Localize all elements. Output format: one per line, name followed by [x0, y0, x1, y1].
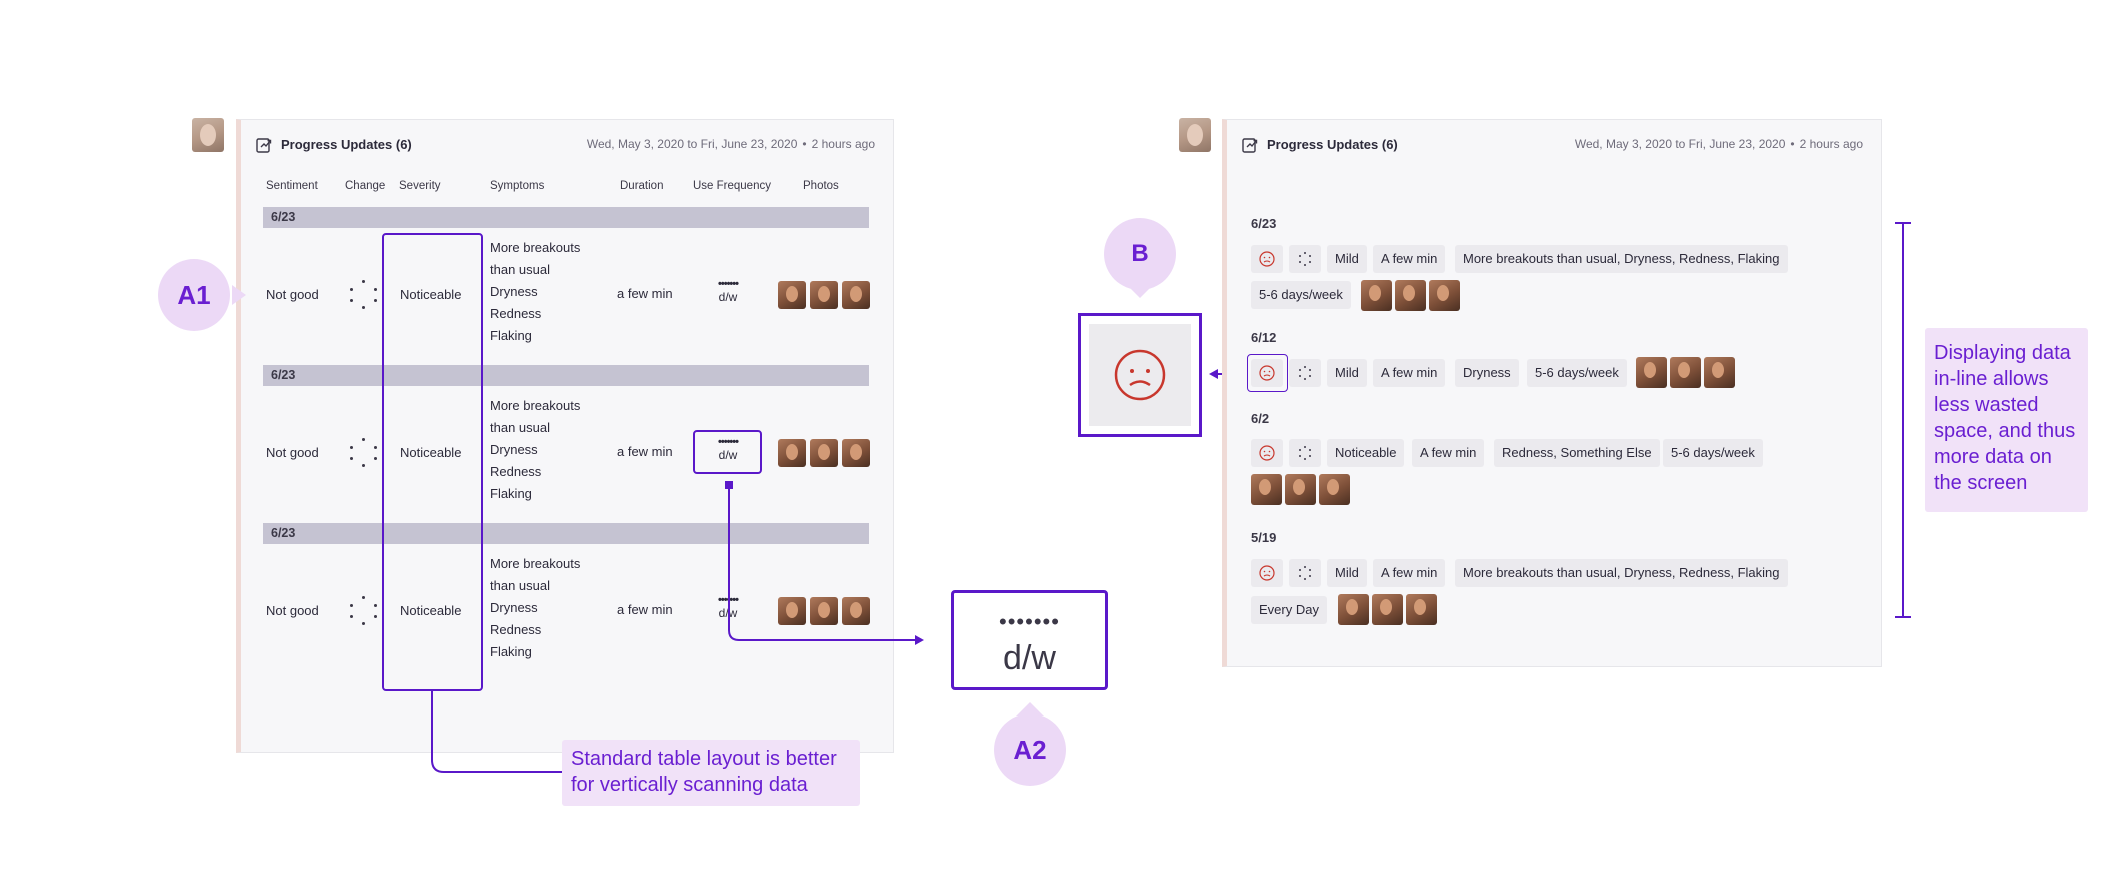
- progress-photo[interactable]: [1395, 280, 1426, 311]
- photos-group: [1338, 594, 1437, 625]
- inline-bracket-top: [1895, 222, 1911, 224]
- sad-face-icon: [1259, 445, 1275, 461]
- sentiment-zoom: [1078, 313, 1202, 437]
- frequency-dots-zoomed: •••••••: [999, 609, 1060, 634]
- symptoms-chip[interactable]: More breakouts than usual, Dryness, Redn…: [1455, 559, 1788, 587]
- symptoms-chip[interactable]: Dryness: [1455, 359, 1519, 387]
- callout-a1: A1: [158, 259, 230, 331]
- duration-chip[interactable]: A few min: [1373, 559, 1446, 587]
- progress-update-icon: [1242, 138, 1258, 153]
- symptoms-chip[interactable]: More breakouts than usual, Dryness, Redn…: [1455, 245, 1788, 273]
- progress-photo[interactable]: [1338, 594, 1369, 625]
- entry-date: 6/23: [1251, 216, 1277, 231]
- duration-chip[interactable]: A few min: [1373, 245, 1446, 273]
- inline-layout-note: Displaying data in-line allows less wast…: [1925, 328, 2088, 512]
- sentiment-chip-highlight: [1247, 354, 1288, 392]
- table-layout-note: Standard table layout is better for vert…: [562, 740, 860, 806]
- change-chip[interactable]: [1289, 439, 1321, 467]
- frequency-zoom: ••••••• d/w: [951, 590, 1108, 690]
- frequency-chip[interactable]: 5-6 days/week: [1663, 439, 1763, 467]
- change-indicator-icon: [1299, 252, 1311, 266]
- avatar: [1179, 118, 1211, 152]
- change-indicator-icon: [1299, 566, 1311, 580]
- change-chip[interactable]: [1289, 359, 1321, 387]
- callout-b: B: [1104, 218, 1176, 290]
- updated-ago: 2 hours ago: [1799, 137, 1863, 151]
- severity-chip[interactable]: Mild: [1327, 559, 1367, 587]
- sentiment-chip[interactable]: [1251, 245, 1283, 273]
- severity-chip[interactable]: Mild: [1327, 245, 1367, 273]
- card-date-range: Wed, May 3, 2020 to Fri, June 23, 2020 • 2…: [1575, 137, 1863, 151]
- progress-photo[interactable]: [1285, 474, 1316, 505]
- symptoms-chip[interactable]: Redness, Something Else: [1494, 439, 1660, 467]
- change-chip[interactable]: [1289, 245, 1321, 273]
- change-indicator-icon: [1299, 366, 1311, 380]
- severity-chip[interactable]: Noticeable: [1327, 439, 1405, 467]
- card-header: Progress Updates (6) Wed, May 3, 2020 to…: [1241, 134, 1863, 158]
- sad-face-icon: [1259, 565, 1275, 581]
- progress-photo[interactable]: [1251, 474, 1282, 505]
- progress-photo[interactable]: [1670, 357, 1701, 388]
- sentiment-chip[interactable]: [1251, 439, 1283, 467]
- duration-chip[interactable]: A few min: [1373, 359, 1446, 387]
- progress-photo[interactable]: [1429, 280, 1460, 311]
- photos-group: [1636, 357, 1735, 388]
- sad-face-icon: [1114, 349, 1166, 401]
- severity-chip[interactable]: Mild: [1327, 359, 1367, 387]
- frequency-unit-zoomed: d/w: [1003, 639, 1056, 677]
- duration-chip[interactable]: A few min: [1412, 439, 1485, 467]
- card-title: Progress Updates (6): [1267, 137, 1398, 152]
- sentiment-chip[interactable]: [1251, 559, 1283, 587]
- frequency-chip[interactable]: 5-6 days/week: [1251, 281, 1351, 309]
- sad-face-icon: [1259, 251, 1275, 267]
- date-range-text: Wed, May 3, 2020 to Fri, June 23, 2020: [1574, 137, 1786, 151]
- photos-group: [1251, 474, 1350, 505]
- entry-date: 6/12: [1251, 330, 1277, 345]
- frequency-chip[interactable]: Every Day: [1251, 596, 1327, 624]
- change-chip[interactable]: [1289, 559, 1321, 587]
- sentiment-zoom-inner: [1089, 324, 1191, 426]
- entry-date: 6/2: [1251, 411, 1270, 426]
- photos-group: [1361, 280, 1460, 311]
- frequency-chip[interactable]: 5-6 days/week: [1527, 359, 1627, 387]
- progress-photo[interactable]: [1372, 594, 1403, 625]
- change-indicator-icon: [1299, 446, 1311, 460]
- progress-photo[interactable]: [1406, 594, 1437, 625]
- progress-photo[interactable]: [1704, 357, 1735, 388]
- progress-photo[interactable]: [1319, 474, 1350, 505]
- progress-photo[interactable]: [1361, 280, 1392, 311]
- separator-dot: •: [1790, 137, 1795, 151]
- inline-bracket-bottom: [1895, 616, 1911, 618]
- entry-date: 5/19: [1251, 530, 1277, 545]
- inline-bracket: [1902, 222, 1904, 618]
- progress-photo[interactable]: [1636, 357, 1667, 388]
- callout-a2: A2: [994, 714, 1066, 786]
